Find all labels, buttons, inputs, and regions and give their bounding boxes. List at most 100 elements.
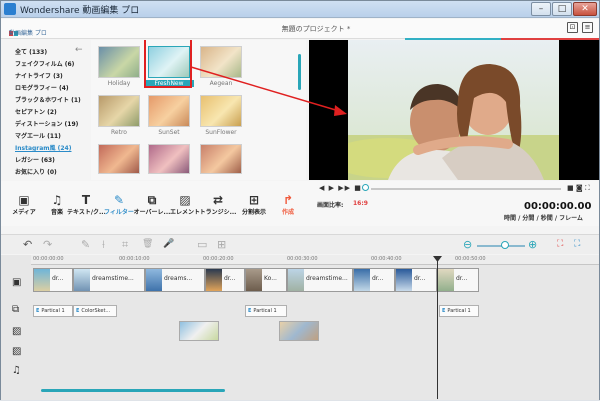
player-controls: ◀ ▶ ▶▶ ■ ■ ◙ ⛶ 画面比率: 16:9 00:00:00.00 時間… bbox=[309, 181, 599, 226]
zoom-in-icon[interactable]: ⊕ bbox=[528, 238, 537, 251]
window-title: Wondershare 動画編集 プロ bbox=[20, 6, 140, 16]
edit-toolbar: ↶ ↷ ✎ ⟊ ⌗ 🗑 🎤 ▭ ⊞ ⊖ ⊕ ⛶ ⛶ bbox=[1, 234, 599, 254]
redo-icon[interactable]: ↷ bbox=[43, 238, 52, 251]
category-item-instagram[interactable]: Instagram風 (24) bbox=[15, 143, 71, 152]
category-item[interactable]: ブラック＆ホワイト (1) bbox=[15, 95, 81, 104]
category-item[interactable]: 全て (133) bbox=[15, 47, 47, 56]
video-clip[interactable]: dr... bbox=[437, 268, 479, 292]
ruler-label: 00:00:40:00 bbox=[371, 256, 402, 262]
video-clip[interactable]: dr... bbox=[353, 268, 395, 292]
video-clip[interactable]: dr... bbox=[33, 268, 73, 292]
tool-splitscreen-button[interactable]: ⊞ 分割表示 bbox=[235, 193, 273, 216]
grid-icon[interactable]: ⊞ bbox=[217, 238, 226, 251]
microphone-icon[interactable]: 🎤 bbox=[163, 238, 174, 251]
player-extra-buttons[interactable]: ■ ◙ ⛶ bbox=[567, 184, 590, 193]
tool-transition-button[interactable]: ⇄ トランジシ... bbox=[199, 193, 237, 216]
category-item[interactable]: ロモグラフィー (4) bbox=[15, 83, 69, 92]
timeline-ruler[interactable]: 00:00:00:00 00:00:10:00 00:00:20:00 00:0… bbox=[31, 255, 599, 265]
tool-label: トランジシ... bbox=[199, 209, 237, 216]
category-item[interactable]: フェイクフィルム (6) bbox=[15, 59, 74, 68]
save-icon[interactable]: ⊡ bbox=[567, 22, 578, 33]
filter-thumb-holiday[interactable] bbox=[98, 46, 140, 78]
video-clip[interactable]: Ko... bbox=[245, 268, 287, 292]
app-header: 動画編集 プロ 無題のプロジェクト * ⊡ ≡ bbox=[1, 19, 599, 55]
crop-icon[interactable]: ⌗ bbox=[122, 238, 128, 251]
image-clip[interactable] bbox=[279, 321, 319, 341]
video-clip[interactable]: dreams... bbox=[145, 268, 205, 292]
app-window: Wondershare 動画編集 プロ – □ ✕ 動画編集 プロ 無題のプロジ… bbox=[0, 0, 600, 400]
timeline-scrollbar[interactable] bbox=[41, 389, 225, 392]
filter-label: SunFlower bbox=[205, 129, 237, 136]
minimize-button[interactable]: – bbox=[531, 2, 551, 16]
playhead[interactable] bbox=[437, 257, 438, 399]
selection-highlight bbox=[144, 40, 192, 88]
zoom-out-icon[interactable]: ⊖ bbox=[463, 238, 472, 251]
image-track-icon: ▨ bbox=[12, 346, 22, 357]
filter-label: Retro bbox=[111, 129, 127, 136]
seek-bar[interactable] bbox=[371, 188, 561, 190]
aspect-ratio-value[interactable]: 16:9 bbox=[353, 200, 368, 207]
filter-thumb[interactable] bbox=[148, 144, 190, 174]
preview-image bbox=[348, 40, 559, 180]
filter-thumb-sunflower[interactable] bbox=[200, 95, 242, 127]
audio-track-icon: ♫ bbox=[12, 365, 21, 376]
video-clip[interactable]: dr... bbox=[395, 268, 437, 292]
timeline[interactable]: 00:00:00:00 00:00:10:00 00:00:20:00 00:0… bbox=[1, 255, 599, 400]
text-clip[interactable]: E Partical 1 bbox=[33, 305, 73, 317]
app-icon bbox=[4, 3, 16, 15]
video-clip[interactable]: dreamstime... bbox=[73, 268, 145, 292]
category-item[interactable]: ナイトライフ (3) bbox=[15, 71, 63, 80]
filter-label: SunSet bbox=[158, 129, 180, 136]
image-track-icon: ▨ bbox=[12, 326, 22, 337]
trash-icon[interactable]: 🗑 bbox=[142, 238, 153, 251]
back-arrow-icon[interactable]: ← bbox=[75, 45, 83, 55]
image-clip[interactable] bbox=[179, 321, 219, 341]
split-screen-icon: ⊞ bbox=[248, 193, 260, 207]
maximize-button[interactable]: □ bbox=[552, 2, 572, 16]
text-clip[interactable]: E ColorSket... bbox=[73, 305, 117, 317]
undo-icon[interactable]: ↶ bbox=[23, 238, 32, 251]
time-format-label: 時間 / 分間 / 秒間 / フレーム bbox=[504, 215, 583, 222]
filter-label: Holiday bbox=[107, 80, 131, 87]
title-bar: Wondershare 動画編集 プロ – □ ✕ bbox=[1, 1, 599, 18]
tool-export-button[interactable]: ↱ 作成 bbox=[269, 193, 307, 216]
playback-buttons[interactable]: ◀ ▶ ▶▶ ■ bbox=[319, 184, 362, 192]
filter-thumb-retro[interactable] bbox=[98, 95, 140, 127]
filter-thumb-sunset[interactable] bbox=[148, 95, 190, 127]
filter-thumb[interactable] bbox=[98, 144, 140, 174]
detach-audio-icon[interactable]: ▭ bbox=[197, 238, 207, 251]
preview-player[interactable] bbox=[309, 40, 599, 180]
video-clip[interactable]: dr... bbox=[205, 268, 245, 292]
ruler-label: 00:00:10:00 bbox=[119, 256, 150, 262]
ruler-label: 00:00:00:00 bbox=[33, 256, 64, 262]
category-item[interactable]: マグエール (11) bbox=[15, 131, 61, 140]
text-clip[interactable]: E Partical 1 bbox=[439, 305, 479, 317]
text-clip[interactable]: E Partical 1 bbox=[245, 305, 287, 317]
category-item[interactable]: セピアトン (2) bbox=[15, 107, 57, 116]
category-item[interactable]: お気に入り (0) bbox=[15, 167, 57, 176]
logo-icon bbox=[9, 21, 23, 55]
seek-handle[interactable] bbox=[362, 184, 369, 191]
category-item[interactable]: レガシー (63) bbox=[15, 155, 55, 164]
settings-icon[interactable]: ⛶ bbox=[574, 238, 580, 251]
split-icon[interactable]: ⟊ bbox=[102, 238, 105, 251]
timecode: 00:00:00.00 bbox=[524, 201, 592, 212]
pip-track-icon: ⧉ bbox=[12, 304, 20, 315]
main-toolbar: ▣ メディア ♫ 音楽 T テキスト/ク... ✎ フィルター ⧉ オーバーレ.… bbox=[1, 181, 309, 226]
transition-icon: ⇄ bbox=[212, 193, 224, 207]
record-icon[interactable]: ⛶ bbox=[557, 238, 563, 251]
ruler-label: 00:00:50:00 bbox=[455, 256, 486, 262]
filter-thumb-aegean[interactable] bbox=[200, 46, 242, 78]
zoom-slider-handle[interactable] bbox=[501, 241, 509, 249]
pen-icon[interactable]: ✎ bbox=[81, 238, 90, 251]
video-clip[interactable]: dreamstime... bbox=[287, 268, 353, 292]
category-item[interactable]: ディストーション (19) bbox=[15, 119, 78, 128]
video-track-icon: ▣ bbox=[12, 277, 22, 288]
filter-thumb[interactable] bbox=[200, 144, 242, 174]
thumbnail-scrollbar[interactable] bbox=[298, 54, 301, 90]
close-button[interactable]: ✕ bbox=[573, 2, 597, 16]
filter-thumbnails: Holiday FreshNew Aegean Retro SunSet Sun… bbox=[91, 40, 306, 180]
filter-category-list: ← 全て (133) フェイクフィルム (6) ナイトライフ (3) ロモグラフ… bbox=[1, 40, 91, 180]
menu-icon[interactable]: ≡ bbox=[582, 22, 593, 33]
export-icon: ↱ bbox=[282, 193, 294, 207]
